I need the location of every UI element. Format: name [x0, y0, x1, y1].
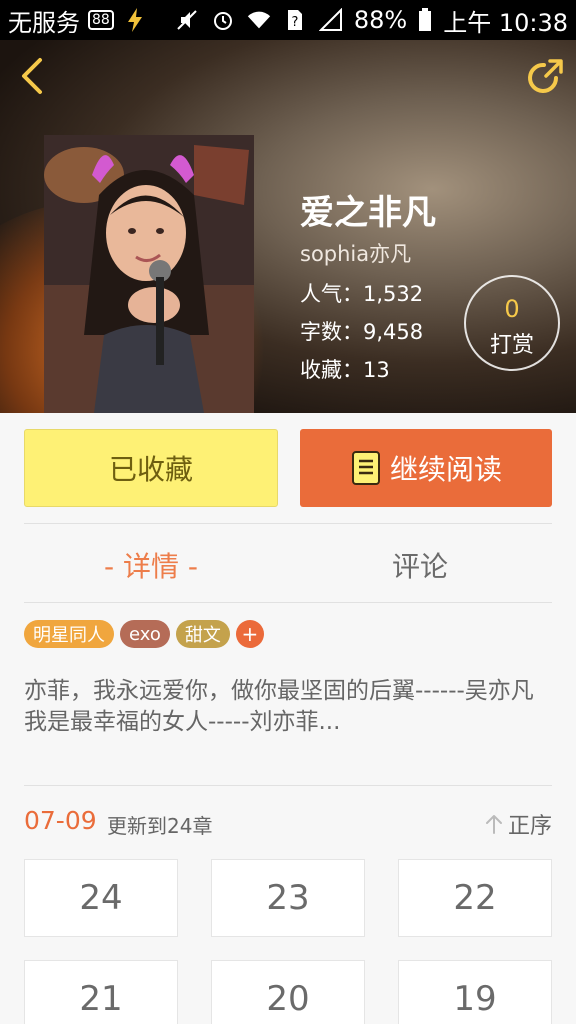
arrow-up-icon	[486, 815, 502, 834]
reward-button[interactable]: 0 打赏	[464, 275, 560, 371]
chapter-button[interactable]: 22	[398, 859, 552, 937]
charging-icon	[122, 7, 148, 33]
book-header: 爱之非凡 sophia亦凡 人气：1,532 字数：9,458 收藏：13 0 …	[0, 40, 576, 413]
share-icon	[528, 59, 563, 93]
back-button[interactable]	[14, 56, 54, 96]
divider	[24, 523, 552, 524]
battery-percent: 88%	[353, 6, 408, 34]
reward-label: 打赏	[489, 333, 534, 358]
description-line: 亦菲，我永远爱你，做你最坚固的后翼------吴亦凡	[24, 678, 534, 704]
divider	[24, 785, 552, 786]
chapter-button[interactable]: 24	[24, 859, 178, 937]
signal-icon	[318, 7, 344, 33]
update-text: 更新到24章	[107, 814, 213, 838]
reward-count: 0	[504, 295, 520, 323]
favorites-stat: 收藏：13	[300, 358, 390, 382]
chapter-button[interactable]: 20	[211, 960, 365, 1024]
divider	[24, 602, 552, 603]
sort-toggle[interactable]: 正序	[484, 808, 552, 840]
word-count-stat: 字数：9,458	[300, 320, 424, 344]
battery-icon	[417, 7, 433, 33]
tag-chip[interactable]: 明星同人	[24, 620, 114, 648]
book-author[interactable]: sophia亦凡	[300, 238, 411, 268]
book-icon	[351, 451, 380, 485]
book-cover[interactable]	[44, 135, 254, 413]
clock: 上午 10:38	[443, 8, 568, 37]
tag-list: 明星同人 exo 甜文 +	[24, 620, 264, 648]
wifi-icon	[246, 7, 272, 33]
sort-label: 正序	[508, 814, 553, 839]
notification-badge: 88	[88, 10, 114, 30]
tab-comment[interactable]: 评论	[392, 545, 448, 585]
add-tag-button[interactable]: +	[235, 620, 264, 648]
sim-unknown-icon: ?	[282, 7, 308, 33]
tag-chip[interactable]: 甜文	[175, 620, 230, 648]
chapter-button[interactable]: 19	[398, 960, 552, 1024]
status-bar: 无服务 88 ? 88% 上午 10:38	[0, 0, 576, 40]
book-title: 爱之非凡	[300, 193, 436, 233]
book-description[interactable]: 亦菲，我永远爱你，做你最坚固的后翼------吴亦凡 我是最幸福的女人-----…	[24, 676, 552, 738]
mute-icon	[174, 7, 200, 33]
chapter-button[interactable]: 23	[211, 859, 365, 937]
favorited-button[interactable]: 已收藏	[24, 429, 278, 507]
popularity-stat: 人气：1,532	[300, 282, 424, 306]
update-date: 07-09	[24, 806, 97, 835]
favorited-label: 已收藏	[108, 453, 193, 486]
description-line: 我是最幸福的女人-----刘亦菲...	[24, 709, 341, 735]
alarm-icon	[210, 7, 236, 33]
continue-reading-label: 继续阅读	[389, 453, 502, 486]
tag-chip[interactable]: exo	[120, 620, 170, 648]
continue-reading-button[interactable]: 继续阅读	[300, 429, 552, 507]
share-button[interactable]	[522, 56, 566, 100]
svg-text:?: ?	[291, 15, 298, 30]
chevron-left-icon	[22, 58, 42, 94]
tab-detail[interactable]: - 详情 -	[104, 545, 198, 585]
chapter-button[interactable]: 21	[24, 960, 178, 1024]
carrier-label: 无服务	[8, 8, 80, 37]
